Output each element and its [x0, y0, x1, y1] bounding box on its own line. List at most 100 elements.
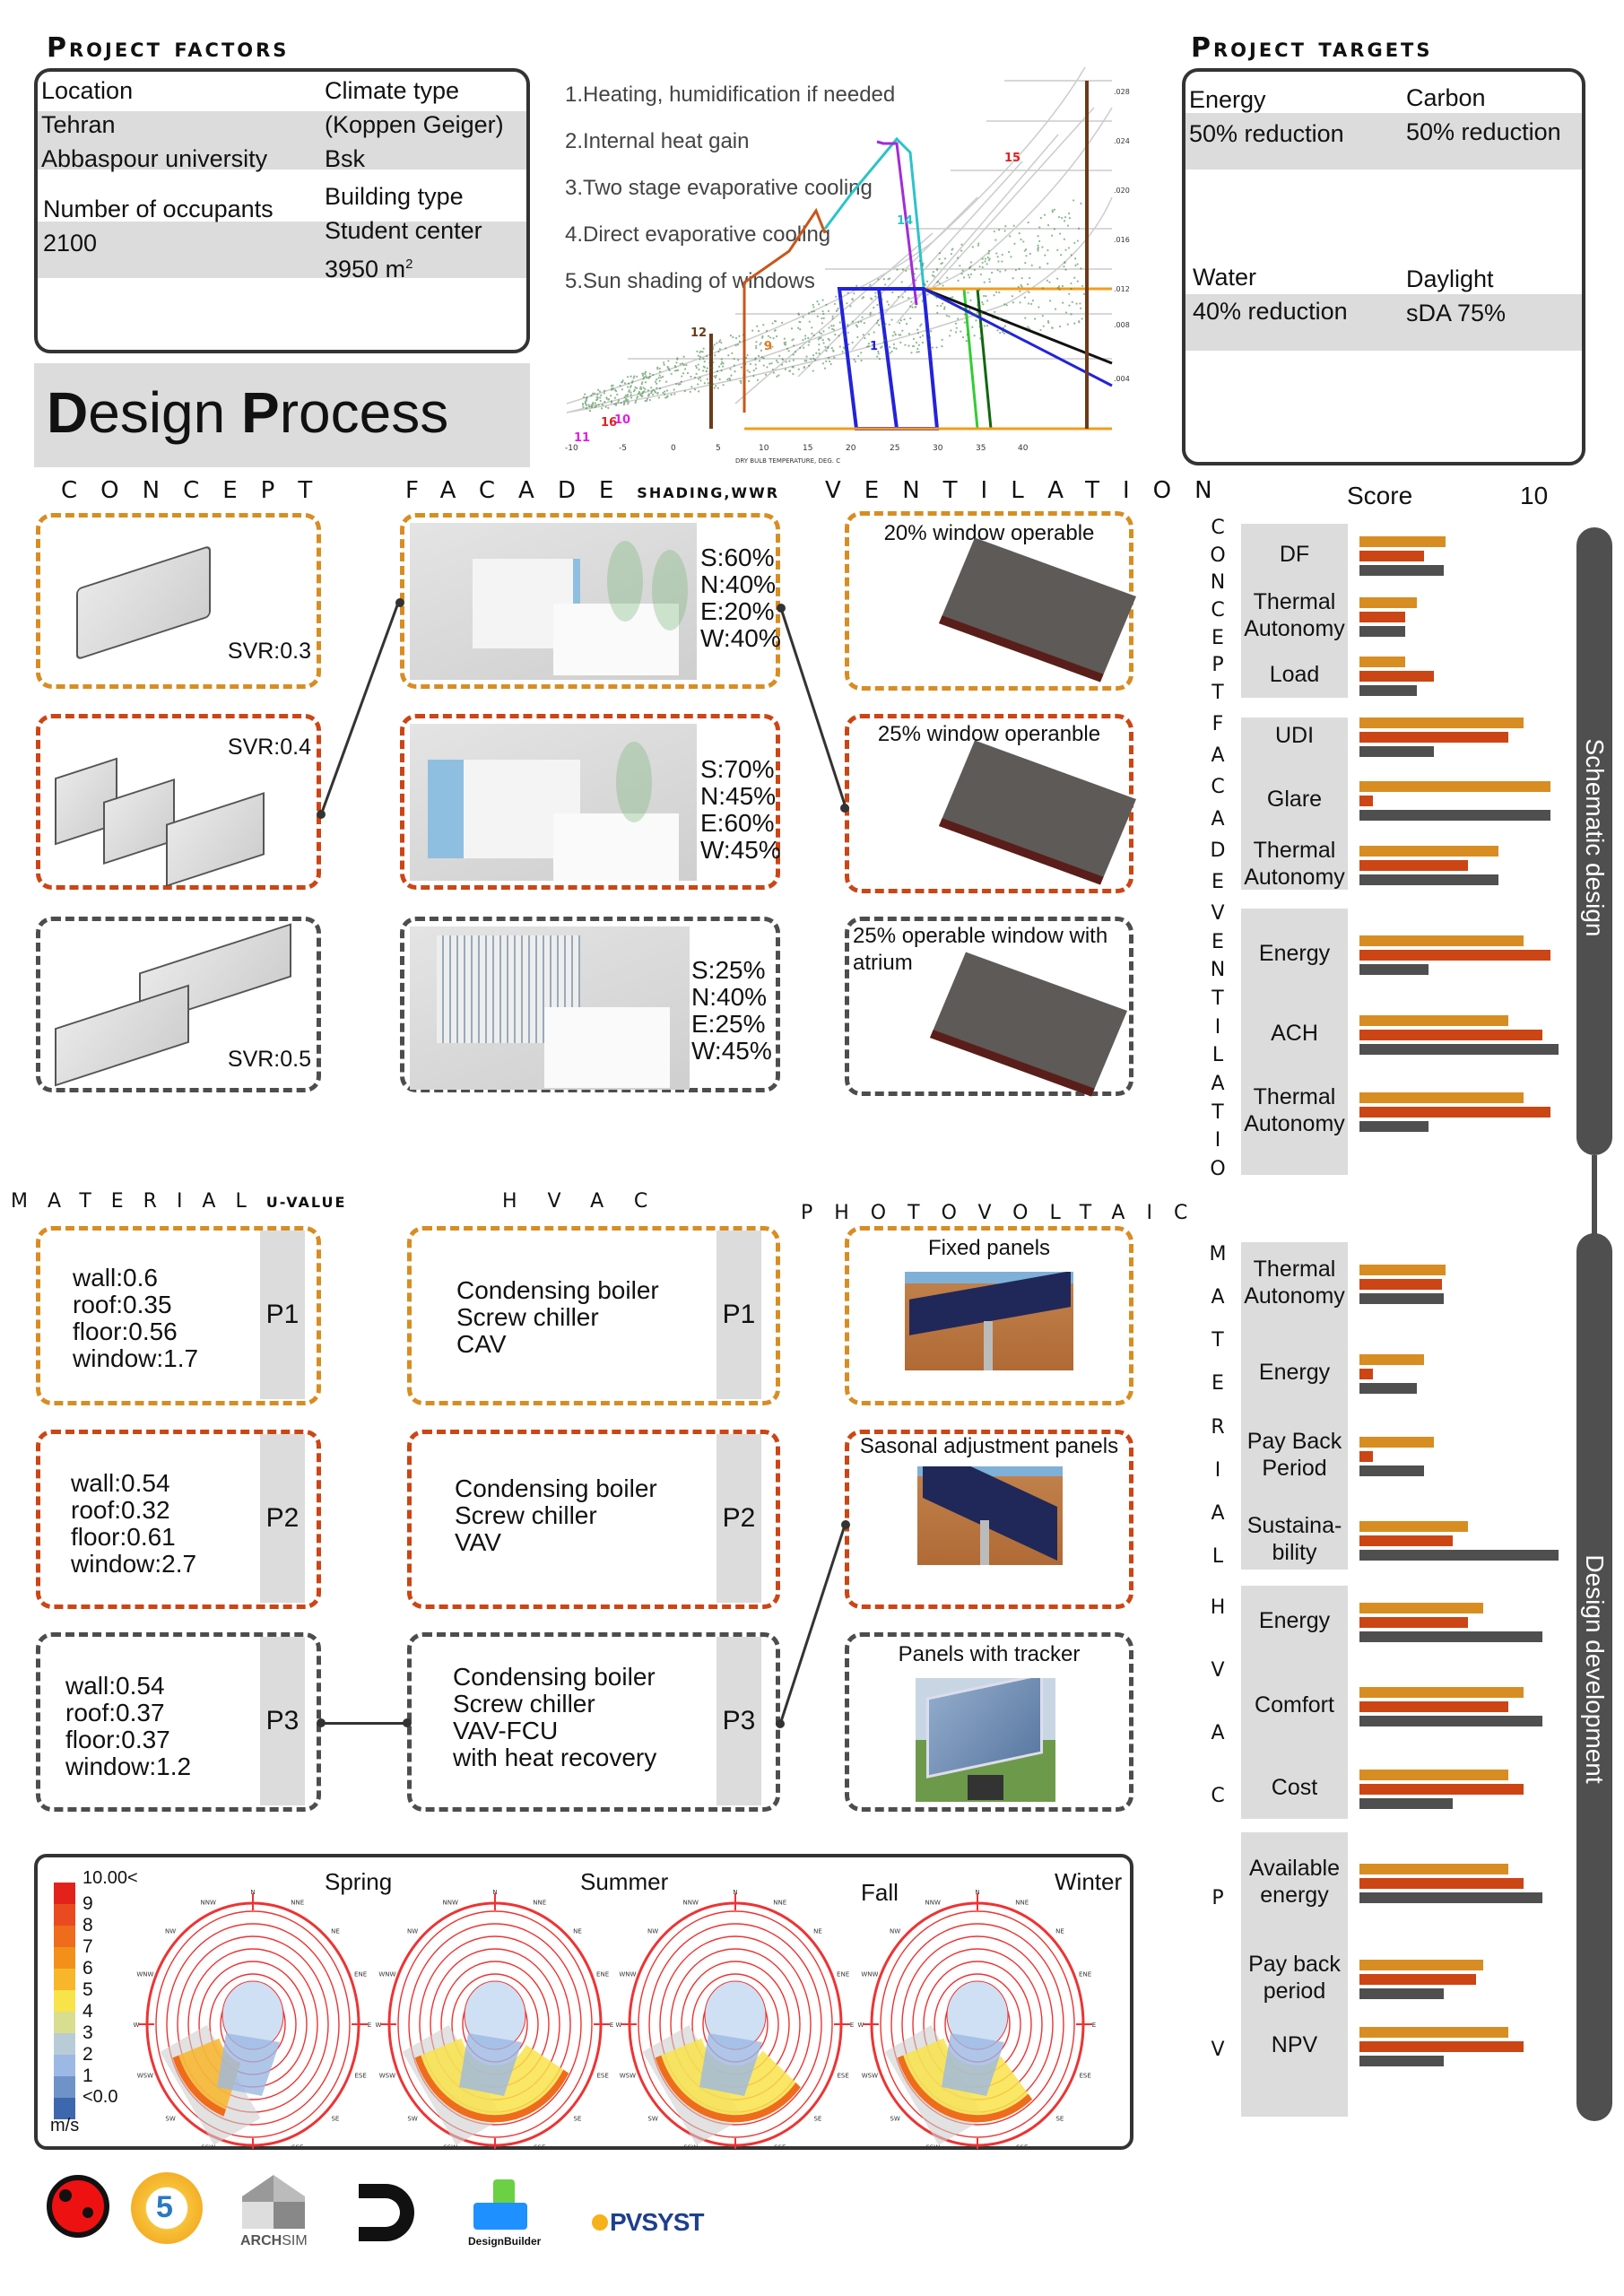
weather-point	[825, 360, 828, 362]
weather-point	[917, 344, 920, 346]
zone-label: 11	[574, 431, 590, 445]
weather-point	[607, 398, 610, 401]
weather-point	[1044, 254, 1046, 257]
group-letter: C	[1211, 599, 1225, 622]
concept-option-2[interactable]: SVR:0.4	[36, 714, 321, 890]
weather-point	[916, 347, 919, 351]
weather-point	[1002, 326, 1005, 329]
weather-point	[1028, 291, 1030, 293]
y-axis-ticks: .004 .008 .012 .016 .020 .024 .028	[1114, 88, 1130, 383]
group-letter: A	[1211, 1073, 1225, 1096]
weather-point	[616, 393, 619, 396]
material-option-3[interactable]: wall:0.54 roof:0.37 floor:0.37 window:1.…	[36, 1632, 321, 1812]
compass-label: ESE	[354, 2073, 366, 2080]
weather-point	[621, 388, 624, 391]
weather-point	[829, 360, 831, 363]
weather-point	[1063, 238, 1065, 240]
weather-point	[880, 346, 882, 349]
weather-point	[777, 374, 780, 377]
weather-point	[771, 322, 774, 325]
wwr-east: E:60%	[700, 809, 775, 837]
connector-line	[778, 1524, 847, 1725]
concept-option-3[interactable]: SVR:0.5	[36, 917, 321, 1092]
weather-point	[1051, 326, 1054, 329]
weather-point	[743, 359, 745, 361]
weather-point	[785, 361, 787, 363]
weather-point	[682, 363, 685, 367]
facade-heading-text: Facade	[405, 477, 638, 504]
weather-point	[777, 361, 779, 364]
group-letter: A	[1211, 744, 1225, 767]
hvac-option-1[interactable]: Condensing boiler Screw chiller CAV P1	[407, 1226, 780, 1405]
weather-point	[931, 346, 934, 349]
weather-point	[911, 306, 914, 309]
ventilation-heading: Ventilation	[825, 477, 1236, 504]
score-bar	[1359, 2027, 1509, 2038]
x-tick: 25	[890, 444, 899, 453]
weather-point	[874, 291, 877, 294]
weather-point	[969, 299, 972, 301]
weather-point	[641, 392, 644, 395]
weather-point	[827, 309, 830, 312]
weather-point	[811, 332, 813, 335]
weather-point	[695, 365, 698, 368]
weather-point	[1053, 208, 1056, 211]
wwr-north: N:40%	[700, 570, 777, 598]
wwr-south: S:25%	[691, 956, 766, 984]
weather-point	[950, 296, 952, 300]
pv-option-1[interactable]: Fixed panels	[845, 1226, 1133, 1405]
weather-point	[701, 351, 704, 353]
u-value-roof: roof:0.35	[73, 1291, 172, 1318]
weather-point	[623, 396, 626, 398]
weather-point	[818, 344, 821, 346]
weather-point	[820, 332, 822, 335]
weather-point	[978, 265, 981, 268]
score-bar	[1359, 1631, 1543, 1642]
material-heading: Materialu-value	[11, 1190, 346, 1213]
weather-point	[898, 322, 901, 325]
weather-point	[1030, 264, 1033, 266]
score-bar	[1359, 1293, 1444, 1304]
weather-point	[714, 354, 716, 357]
group-letter: E	[1211, 871, 1224, 894]
weather-point	[838, 335, 840, 337]
weather-point	[595, 396, 598, 399]
weather-point	[981, 265, 984, 269]
weather-point	[843, 336, 846, 339]
material-option-2[interactable]: wall:0.54 roof:0.32 floor:0.61 window:2.…	[36, 1430, 321, 1609]
facade-option-3[interactable]: S:25% N:40% E:25% W:45%	[400, 917, 780, 1092]
group-letter: D	[1210, 839, 1226, 862]
weather-point	[707, 382, 709, 385]
material-option-1[interactable]: wall:0.6 roof:0.35 floor:0.56 window:1.7…	[36, 1226, 321, 1405]
weather-point	[877, 278, 880, 281]
concept-option-1[interactable]: SVR:0.3	[36, 513, 321, 689]
weather-point	[1074, 257, 1077, 260]
compass-label: NNW	[201, 1899, 216, 1906]
weather-point	[905, 322, 908, 326]
zone-label: 14	[897, 214, 913, 228]
weather-point	[769, 362, 771, 365]
weather-point	[1076, 263, 1079, 265]
weather-point	[863, 322, 865, 325]
wwr-values: S:60% N:40% E:20% W:40%	[700, 544, 781, 652]
hvac-option-3[interactable]: Condensing boiler Screw chiller VAV-FCU …	[407, 1632, 780, 1812]
weather-point	[951, 296, 954, 299]
hvac-option-2[interactable]: Condensing boiler Screw chiller VAV P2	[407, 1430, 780, 1609]
weather-point	[830, 347, 833, 350]
ventilation-option-3[interactable]: 25% operable window with atrium	[845, 917, 1133, 1097]
pv-option-2[interactable]: Sasonal adjustment panels	[845, 1430, 1133, 1609]
compass-label: NE	[573, 1927, 582, 1935]
weather-point	[610, 385, 613, 387]
ventilation-option-1[interactable]: 20% window operable	[845, 511, 1137, 691]
facade-option-2[interactable]: S:70% N:45% E:60% W:45%	[400, 714, 781, 890]
compass-label: SE	[331, 2116, 339, 2123]
weather-point	[783, 342, 786, 344]
weather-point	[698, 390, 700, 393]
u-values: wall:0.54 roof:0.37 floor:0.37 window:1.…	[65, 1673, 191, 1780]
weather-point	[977, 244, 979, 247]
facade-option-1[interactable]: S:60% N:40% E:20% W:40%	[400, 513, 781, 689]
weather-point	[1034, 317, 1037, 320]
ventilation-option-2[interactable]: 25% window operanble	[845, 714, 1137, 893]
weather-point	[1003, 303, 1006, 306]
pv-option-3[interactable]: Panels with tracker	[845, 1632, 1133, 1812]
